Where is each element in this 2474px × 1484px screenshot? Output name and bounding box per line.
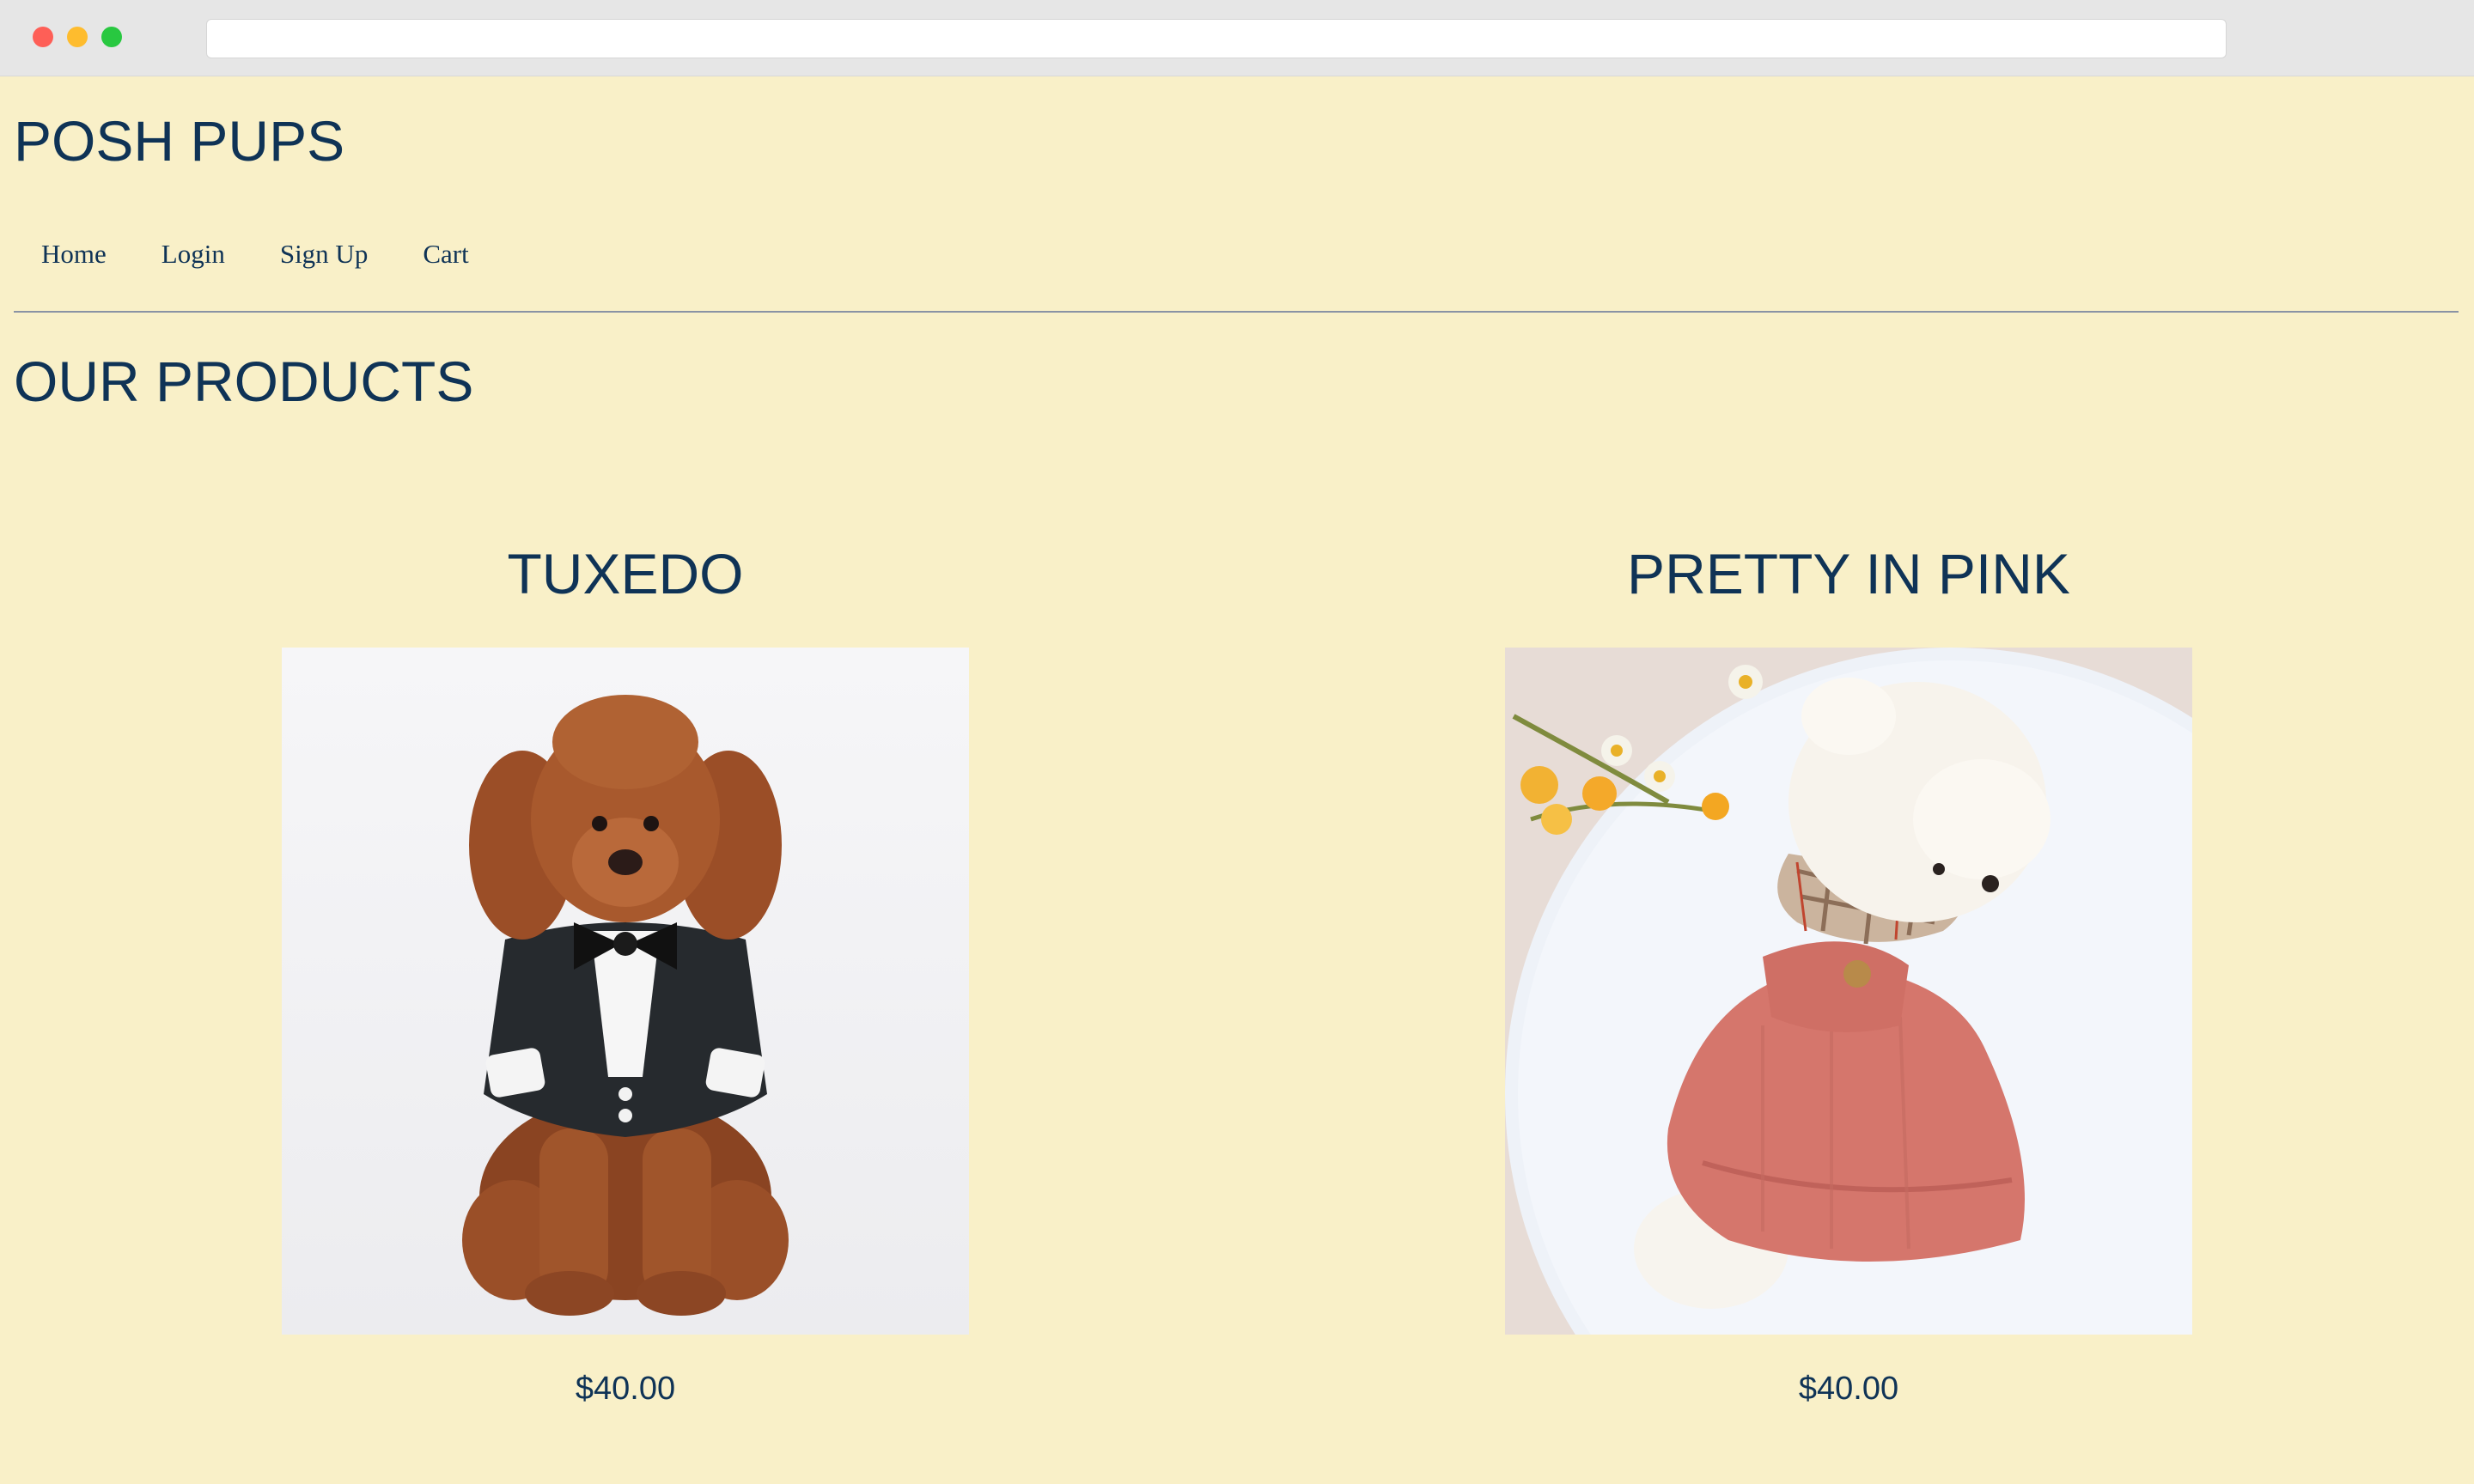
products-heading: OUR PRODUCTS — [14, 350, 474, 413]
maximize-window-button[interactable] — [101, 27, 122, 47]
address-bar[interactable] — [206, 19, 2227, 58]
product-price: $40.00 — [1798, 1371, 1899, 1407]
nav-signup-link[interactable]: Sign Up — [280, 234, 369, 275]
poodle-tuxedo-photo — [282, 648, 969, 1335]
product-name: TUXEDO — [507, 542, 744, 605]
product-price: $40.00 — [575, 1371, 676, 1407]
header-divider — [14, 311, 2459, 313]
nav-home-link[interactable]: Home — [41, 234, 107, 275]
product-card: PRETTY IN PINK $40.00 — [1419, 539, 2278, 1410]
close-window-button[interactable] — [33, 27, 53, 47]
browser-chrome — [0, 0, 2474, 76]
nav-login-link[interactable]: Login — [161, 234, 225, 275]
pomeranian-pink-dress-photo — [1505, 648, 2192, 1335]
product-image-pretty-in-pink[interactable] — [1505, 648, 2192, 1335]
product-name: PRETTY IN PINK — [1627, 542, 2070, 605]
nav-cart-link[interactable]: Cart — [423, 234, 468, 275]
minimize-window-button[interactable] — [67, 27, 88, 47]
product-image-tuxedo[interactable] — [282, 648, 969, 1335]
product-card: TUXEDO $40.00 — [196, 539, 1055, 1410]
main-nav: Home Login Sign Up Cart — [41, 234, 524, 275]
site-title: POSH PUPS — [14, 109, 345, 173]
